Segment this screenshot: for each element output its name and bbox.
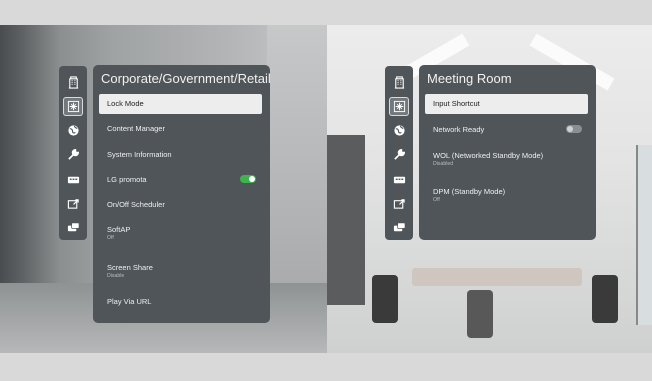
right-category-rail bbox=[385, 66, 413, 240]
menu-item-status: Off bbox=[107, 235, 114, 241]
wall-panel bbox=[267, 25, 327, 285]
menu-item-wol[interactable]: WOL (Networked Standby Mode) Disabled bbox=[425, 150, 588, 167]
menu-item-label: On/Off Scheduler bbox=[107, 200, 165, 209]
lg-promota-toggle[interactable] bbox=[240, 175, 256, 183]
menu-item-network-ready[interactable]: Network Ready bbox=[425, 124, 588, 135]
menu-item-label: Input Shortcut bbox=[433, 99, 480, 108]
menu-item-lock-mode[interactable]: Lock Mode bbox=[99, 94, 262, 114]
toggle-switch-icon[interactable] bbox=[63, 218, 83, 237]
panel-title: Corporate/Government/Retail bbox=[101, 71, 271, 86]
menu-item-label: SoftAP bbox=[107, 225, 131, 234]
menu-item-input-shortcut[interactable]: Input Shortcut bbox=[425, 94, 588, 114]
building-icon[interactable] bbox=[389, 73, 409, 92]
remote-control-icon[interactable] bbox=[63, 170, 83, 189]
building-icon[interactable] bbox=[63, 73, 83, 92]
menu-item-label: DPM (Standby Mode) bbox=[433, 187, 506, 196]
chair bbox=[592, 275, 618, 323]
menu-item-label: Lock Mode bbox=[107, 99, 144, 108]
menu-item-lg-promota[interactable]: LG promota bbox=[99, 174, 262, 185]
remote-control-icon[interactable] bbox=[389, 170, 409, 189]
left-settings-panel: Corporate/Government/Retail Lock Mode Co… bbox=[93, 65, 271, 323]
menu-item-on-off-scheduler[interactable]: On/Off Scheduler bbox=[99, 199, 262, 210]
menu-item-label: Play Via URL bbox=[107, 297, 152, 306]
menu-item-system-information[interactable]: System Information bbox=[99, 149, 262, 160]
chair bbox=[467, 290, 493, 338]
menu-item-label: WOL (Networked Standby Mode) bbox=[433, 151, 544, 160]
wrench-icon[interactable] bbox=[389, 145, 409, 164]
chair bbox=[372, 275, 398, 323]
menu-item-content-manager[interactable]: Content Manager bbox=[99, 123, 262, 134]
menu-item-softap[interactable]: SoftAP Off bbox=[99, 224, 262, 241]
snowflake-icon[interactable] bbox=[63, 96, 83, 117]
network-ready-toggle[interactable] bbox=[566, 125, 582, 133]
menu-item-status: Disable bbox=[107, 273, 125, 279]
menu-item-dpm[interactable]: DPM (Standby Mode) Off bbox=[425, 186, 588, 203]
panel-title: Meeting Room bbox=[427, 71, 512, 86]
menu-item-play-via-url[interactable]: Play Via URL bbox=[99, 296, 262, 307]
external-display-icon[interactable] bbox=[63, 194, 83, 213]
conference-table bbox=[412, 268, 582, 286]
menu-item-label: Screen Share bbox=[107, 263, 153, 272]
menu-item-label: LG promota bbox=[107, 175, 147, 184]
wrench-icon[interactable] bbox=[63, 145, 83, 164]
menu-item-label: Content Manager bbox=[107, 124, 165, 133]
right-settings-panel: Meeting Room Input Shortcut Network Read… bbox=[419, 65, 596, 240]
menu-item-status: Disabled bbox=[433, 161, 454, 167]
snowflake-icon[interactable] bbox=[389, 96, 409, 117]
menu-item-label: System Information bbox=[107, 150, 172, 159]
menu-item-status: Off bbox=[433, 197, 440, 203]
menu-item-screen-share[interactable]: Screen Share Disable bbox=[99, 262, 262, 279]
toggle-switch-icon[interactable] bbox=[389, 218, 409, 237]
window bbox=[636, 145, 652, 325]
doorway bbox=[327, 135, 365, 305]
external-display-icon[interactable] bbox=[389, 194, 409, 213]
menu-item-label: Network Ready bbox=[433, 125, 485, 134]
left-category-rail bbox=[59, 66, 87, 240]
globe-icon[interactable] bbox=[63, 121, 83, 140]
globe-icon[interactable] bbox=[389, 121, 409, 140]
